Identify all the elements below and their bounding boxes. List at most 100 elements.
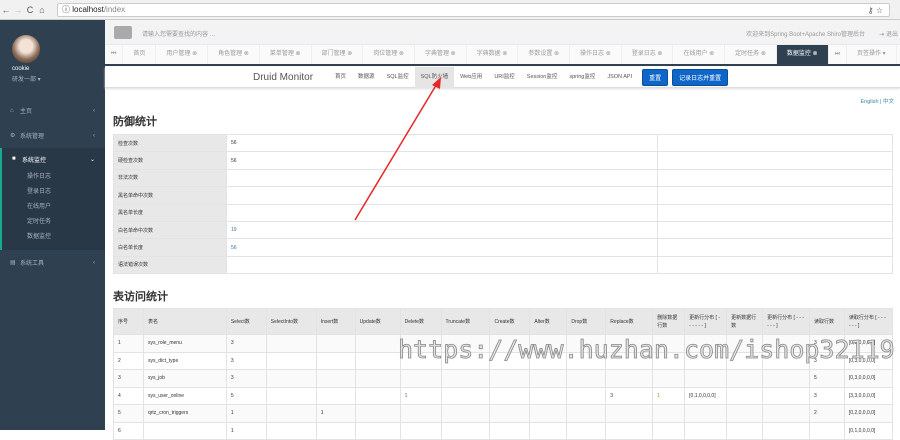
- sidebar-item-tools[interactable]: ▤ 系统工具 ‹: [0, 250, 105, 275]
- forward-icon[interactable]: →: [12, 5, 24, 15]
- column-header[interactable]: Insert数: [315, 308, 356, 335]
- reset-button[interactable]: 重置: [642, 68, 669, 86]
- column-header[interactable]: 读取行分布 [ - - - - - - ]: [843, 308, 894, 335]
- tab-data-monitor[interactable]: 数据监控 ⊗: [776, 45, 829, 64]
- column-header[interactable]: 更新行分布 [ - - - - - - ]: [684, 308, 728, 335]
- table-cell: [440, 404, 491, 423]
- table-cell: [265, 369, 317, 388]
- table-cell: [529, 404, 568, 423]
- druid-nav-json[interactable]: JSON API: [601, 67, 638, 88]
- tab-dict-data[interactable]: 字典数据 ⊗: [467, 45, 519, 64]
- welcome-text: 欢迎来到Spring Boot+Apache Shiro管理后台: [746, 32, 865, 38]
- druid-nav-webapp[interactable]: Web应用: [454, 67, 488, 88]
- column-header[interactable]: Delete数: [399, 308, 442, 335]
- tab-dept[interactable]: 部门管理 ⊗: [312, 45, 364, 64]
- column-header[interactable]: Replace数: [605, 308, 654, 335]
- table-cell: [399, 334, 442, 353]
- refresh-button[interactable]: ⟳ 刷: [897, 45, 900, 64]
- table-cell: 1: [225, 421, 267, 440]
- submenu-data-monitor[interactable]: 数据监控: [2, 230, 105, 245]
- table-cell: 3: [808, 351, 845, 370]
- defense-row: 黑名单命中次数: [113, 186, 893, 205]
- tabs-scroll-right-icon[interactable]: ⏭: [829, 45, 847, 64]
- defense-row: 白名单长度 56: [113, 238, 893, 257]
- column-header[interactable]: 更新行分布 [ - - - - - - ]: [762, 308, 810, 335]
- druid-nav-wall[interactable]: SQL防火墙: [414, 66, 455, 88]
- column-header[interactable]: 更新数据行数: [726, 308, 764, 335]
- column-header[interactable]: Drop数: [566, 308, 607, 335]
- table-cell: [489, 386, 531, 405]
- tab-online[interactable]: 在线用户 ⊗: [673, 45, 726, 64]
- submenu-online-users[interactable]: 在线用户: [2, 200, 105, 215]
- column-header[interactable]: 序号: [113, 308, 144, 335]
- tab-post[interactable]: 岗位管理 ⊗: [363, 45, 415, 64]
- reload-icon[interactable]: C: [24, 5, 36, 15]
- sidebar-item-system[interactable]: ⚙ 系统管理 ‹: [0, 123, 105, 148]
- submenu-login-log[interactable]: 登录日志: [2, 185, 105, 200]
- table-cell: [652, 404, 686, 423]
- table-cell: [605, 334, 654, 353]
- table-cell: [762, 334, 810, 353]
- tab-role[interactable]: 角色管理 ⊗: [208, 45, 260, 64]
- top-header: 请输入您需要查找的内容 … 欢迎来到Spring Boot+Apache Shi…: [105, 20, 900, 45]
- tab-login-log[interactable]: 登录日志 ⊗: [622, 45, 674, 64]
- submenu-jobs[interactable]: 定时任务: [2, 215, 105, 230]
- tabs-scroll-left-icon[interactable]: ⏮: [105, 45, 124, 64]
- back-icon[interactable]: ←: [0, 5, 12, 15]
- sidebar-item-monitor[interactable]: ■ 系统监控 ⌄: [0, 148, 105, 170]
- tab-user[interactable]: 用户管理 ⊗: [156, 45, 209, 64]
- table-cell: [566, 334, 607, 353]
- table-cell: [684, 351, 728, 370]
- sidebar-item-home[interactable]: ⌂ 主页 ‹: [0, 98, 105, 123]
- user-name: cookie: [12, 66, 30, 72]
- sidebar-toggle-button[interactable]: [114, 26, 132, 39]
- language-switch[interactable]: English | 中文: [860, 97, 894, 105]
- druid-nav-sql[interactable]: SQL监控: [381, 67, 415, 88]
- tab-config[interactable]: 参数设置 ⊗: [518, 45, 571, 64]
- tab-menu[interactable]: 菜单管理 ⊗: [260, 45, 312, 64]
- column-header[interactable]: 表名: [142, 308, 227, 335]
- druid-nav-uri[interactable]: URI监控: [488, 67, 520, 88]
- table-cell: [0,3,0,0,0,0]: [843, 351, 894, 370]
- star-icon[interactable]: ☆: [876, 6, 883, 15]
- column-header[interactable]: Alter数: [529, 308, 568, 335]
- column-header[interactable]: 读取行数: [808, 308, 845, 335]
- druid-nav-home[interactable]: 首页: [329, 67, 352, 88]
- column-header[interactable]: 删除数据行数: [652, 308, 686, 335]
- empty-cell: [657, 220, 893, 240]
- avatar[interactable]: [12, 35, 40, 63]
- search-input[interactable]: 请输入您需要查找的内容 …: [142, 29, 216, 38]
- table-cell: [265, 421, 317, 440]
- table-cell: [684, 334, 728, 353]
- tab-jobs[interactable]: 定时任务 ⊗: [725, 45, 777, 64]
- log-and-reset-button[interactable]: 记录日志并重置: [672, 68, 729, 86]
- druid-nav-spring[interactable]: spring监控: [563, 67, 601, 88]
- table-cell: [652, 334, 686, 353]
- druid-nav-datasource[interactable]: 数据源: [352, 67, 381, 88]
- column-header[interactable]: SelectInto数: [265, 308, 317, 335]
- tab-oper-log[interactable]: 操作日志 ⊗: [570, 45, 622, 64]
- home-icon[interactable]: ⌂: [36, 5, 48, 15]
- table-cell: 3: [605, 386, 654, 405]
- table-row: 4 sys_user_online 5 1 3 1 [0,1,0,0,0,0] 3 [3,3,0…: [113, 386, 894, 405]
- sidebar-item-label: 系统工具: [20, 261, 45, 267]
- table-cell: sys_job: [142, 369, 227, 388]
- table-cell: sys_user_online: [142, 386, 227, 405]
- address-bar[interactable]: ⓘ localhost/index ⚷ ☆: [57, 3, 890, 17]
- table-cell: [652, 421, 686, 440]
- table-cell: [265, 404, 317, 423]
- submenu-oper-log[interactable]: 操作日志: [2, 170, 105, 185]
- column-header[interactable]: Update数: [354, 308, 401, 335]
- tab-home[interactable]: 首页: [123, 45, 157, 64]
- key-icon[interactable]: ⚷: [868, 6, 874, 15]
- column-header[interactable]: Create数: [489, 308, 531, 335]
- column-header[interactable]: Select数: [225, 308, 267, 335]
- druid-nav-session[interactable]: Session监控: [521, 67, 564, 88]
- table-row: 5 qrtz_cron_triggers 1 1 2 [0,2,0,0,0,0]: [113, 404, 894, 423]
- logout-link[interactable]: ⇥ 退出: [879, 29, 898, 38]
- user-dept-dropdown[interactable]: 研发一部 ▾: [12, 74, 41, 83]
- tab-ops-dropdown[interactable]: 页签操作 ▾: [847, 45, 897, 64]
- column-header[interactable]: Truncate数: [440, 308, 491, 335]
- sidebar-item-label: 系统监控: [22, 157, 47, 164]
- tab-dict[interactable]: 字典管理 ⊗: [415, 45, 467, 64]
